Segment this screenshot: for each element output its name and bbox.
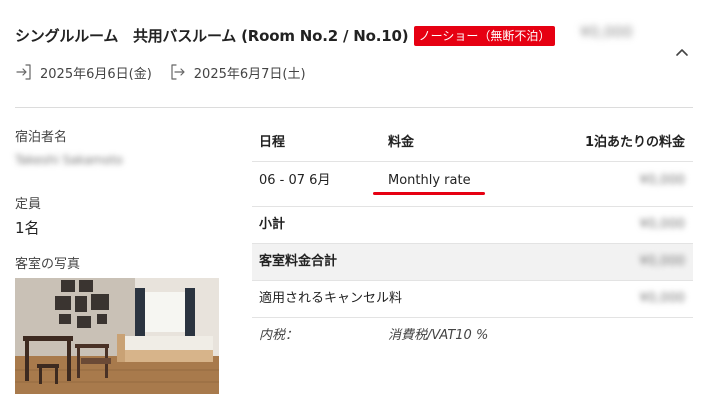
room-total-price: ¥0,000 xyxy=(580,23,633,41)
chevron-up-icon xyxy=(676,49,688,56)
section-divider xyxy=(15,107,693,108)
highlight-underline xyxy=(373,192,485,195)
subtotal-value: ¥0,000 xyxy=(639,217,686,232)
checkout-date: 2025年6月7日(土) xyxy=(193,66,306,82)
table-row: 06 - 07 6月 Monthly rate ¥0,000 xyxy=(252,162,693,207)
guest-info: 宿泊者名 Takeshi Sakamoto 定員 1名 客室の写真 xyxy=(15,126,225,394)
subtotal-row: 小計 ¥0,000 xyxy=(252,207,693,244)
tax-label: 内税： xyxy=(259,328,299,343)
checkin-icon xyxy=(16,64,31,80)
checkin-date: 2025年6月6日(金) xyxy=(40,66,152,82)
reservation-room-card: シングルルーム 共用バスルーム (Room No.2 / No.10) ノーショ… xyxy=(0,0,713,404)
tax-row: 内税： 消費税/VAT10 % xyxy=(252,318,693,354)
tax-value: 消費税/VAT10 % xyxy=(388,328,489,343)
stay-date-range: 06 - 07 6月 xyxy=(259,173,331,188)
cancel-fee-label: 適用されるキャンセル料 xyxy=(259,291,403,306)
room-total-value: ¥0,000 xyxy=(639,254,686,269)
rate-table: 日程 料金 1泊あたりの料金 06 - 07 6月 Monthly rate ¥… xyxy=(252,125,693,354)
cancel-fee-row: 適用されるキャンセル料 ¥0,000 xyxy=(252,281,693,318)
room-photo-label: 客室の写真 xyxy=(15,257,81,272)
stay-dates: 2025年6月6日(金) 2025年6月7日(土) xyxy=(15,62,306,82)
header-date: 日程 xyxy=(259,135,286,150)
per-night-price: ¥0,000 xyxy=(639,173,686,188)
no-show-badge: ノーショー（無断不泊） xyxy=(414,26,555,46)
subtotal-label: 小計 xyxy=(259,217,286,232)
capacity-label: 定員 xyxy=(15,197,42,212)
collapse-toggle[interactable] xyxy=(672,44,692,60)
checkout-icon xyxy=(171,64,185,80)
header-fee: 料金 xyxy=(388,135,415,150)
room-total-label: 客室料金合計 xyxy=(259,254,338,269)
cancel-fee-value: ¥0,000 xyxy=(639,291,686,306)
guest-name-label: 宿泊者名 xyxy=(15,130,68,145)
capacity-value: 1名 xyxy=(15,219,40,237)
room-title: シングルルーム 共用バスルーム (Room No.2 / No.10) xyxy=(15,27,409,45)
table-header-row: 日程 料金 1泊あたりの料金 xyxy=(252,125,693,162)
room-total-row: 客室料金合計 ¥0,000 xyxy=(252,244,693,281)
guest-name-value: Takeshi Sakamoto xyxy=(15,153,123,167)
room-photo[interactable] xyxy=(15,278,219,394)
header-per-night: 1泊あたりの料金 xyxy=(584,135,685,150)
